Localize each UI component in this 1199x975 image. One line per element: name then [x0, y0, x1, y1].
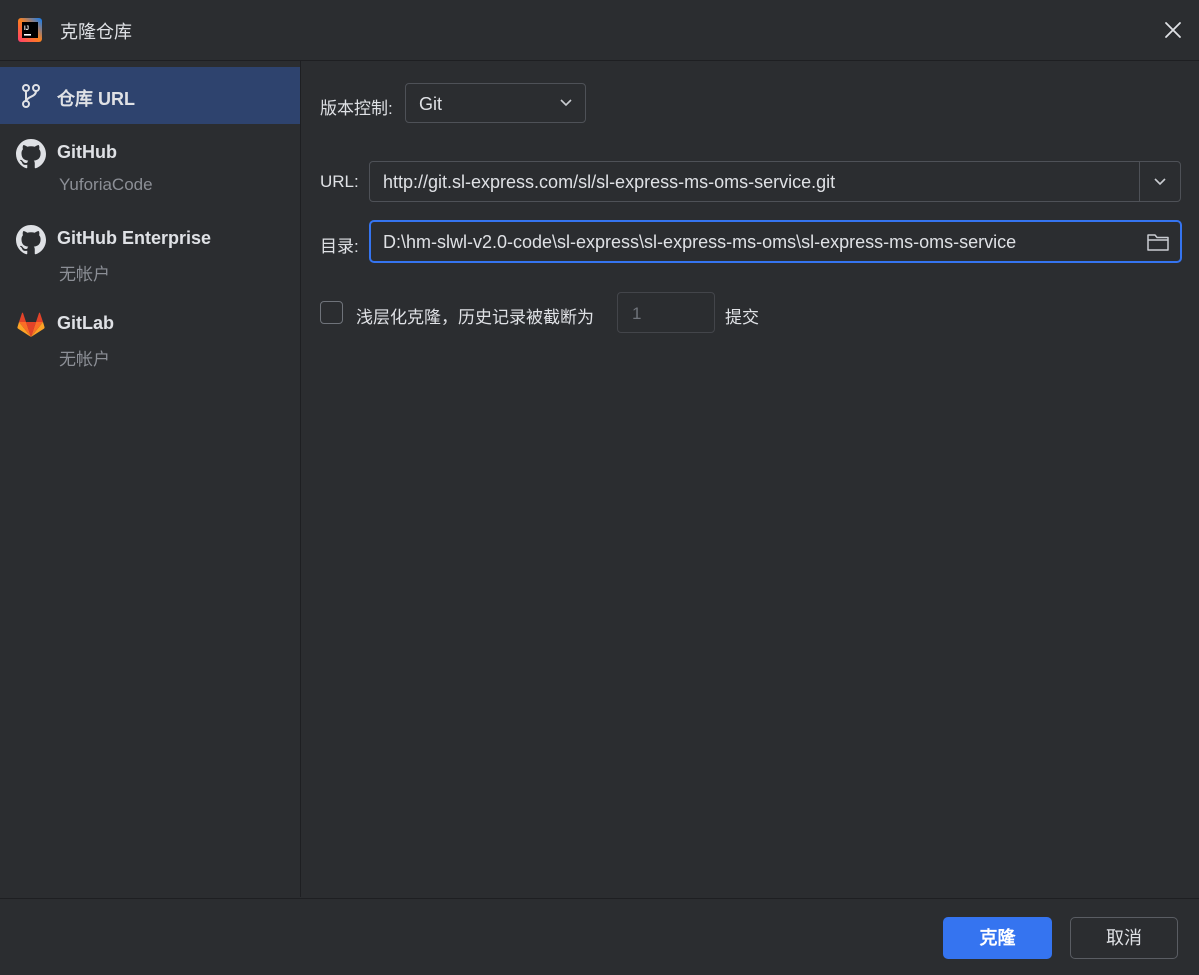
github-icon: [16, 225, 46, 255]
directory-input[interactable]: D:\hm-slwl-v2.0-code\sl-express\sl-expre…: [369, 220, 1182, 263]
sidebar-item-label: 仓库 URL: [57, 89, 135, 109]
chevron-down-icon: [1154, 178, 1166, 186]
sidebar-item-label: GitHub Enterprise: [57, 228, 212, 248]
url-input[interactable]: http://git.sl-express.com/sl/sl-express-…: [369, 161, 1181, 202]
vcs-branch-icon: [22, 84, 40, 108]
sidebar-item-github-enterprise[interactable]: GitHub Enterprise 无帐户: [0, 217, 300, 287]
sidebar-item-label: GitHub: [57, 142, 117, 162]
url-history-dropdown[interactable]: [1140, 162, 1180, 201]
vcs-select[interactable]: Git: [405, 83, 586, 123]
url-label: URL:: [320, 172, 359, 191]
sidebar-item-gitlab[interactable]: GitLab 无帐户: [0, 302, 300, 372]
sidebar-item-github[interactable]: GitHub YuforiaCode: [0, 131, 300, 201]
close-icon[interactable]: [1159, 16, 1187, 44]
commits-label: 提交: [725, 308, 759, 327]
window-title: 克隆仓库: [60, 22, 132, 42]
sidebar-item-label: GitLab: [57, 313, 114, 333]
shallow-clone-label: 浅层化克隆，历史记录被截断为: [356, 308, 594, 327]
github-icon: [16, 139, 46, 169]
sidebar: 仓库 URL GitHub YuforiaCode GitHub Enterpr…: [0, 61, 301, 897]
shallow-clone-checkbox[interactable]: [320, 301, 343, 324]
shallow-depth-value: 1: [632, 304, 642, 323]
sidebar-item-account: 无帐户: [59, 350, 110, 369]
sidebar-item-account: YuforiaCode: [59, 175, 153, 194]
dialog-footer: 克隆 取消: [0, 898, 1199, 975]
clone-button[interactable]: 克隆: [943, 917, 1052, 959]
intellij-idea-icon: IJ: [18, 18, 42, 42]
directory-label: 目录:: [320, 237, 359, 256]
folder-icon[interactable]: [1146, 231, 1170, 253]
gitlab-icon: [17, 312, 45, 337]
shallow-depth-input[interactable]: 1: [617, 292, 715, 333]
title-bar: IJ 克隆仓库: [0, 0, 1199, 61]
cancel-button[interactable]: 取消: [1070, 917, 1178, 959]
svg-text:IJ: IJ: [24, 26, 29, 32]
sidebar-item-account: 无帐户: [59, 265, 110, 284]
vcs-label: 版本控制:: [320, 99, 393, 118]
sidebar-item-repo-url[interactable]: 仓库 URL: [0, 67, 300, 124]
directory-input-value: D:\hm-slwl-v2.0-code\sl-express\sl-expre…: [383, 232, 1017, 252]
url-input-value: http://git.sl-express.com/sl/sl-express-…: [383, 172, 836, 192]
chevron-down-icon: [560, 99, 572, 107]
vcs-select-value: Git: [419, 94, 443, 114]
